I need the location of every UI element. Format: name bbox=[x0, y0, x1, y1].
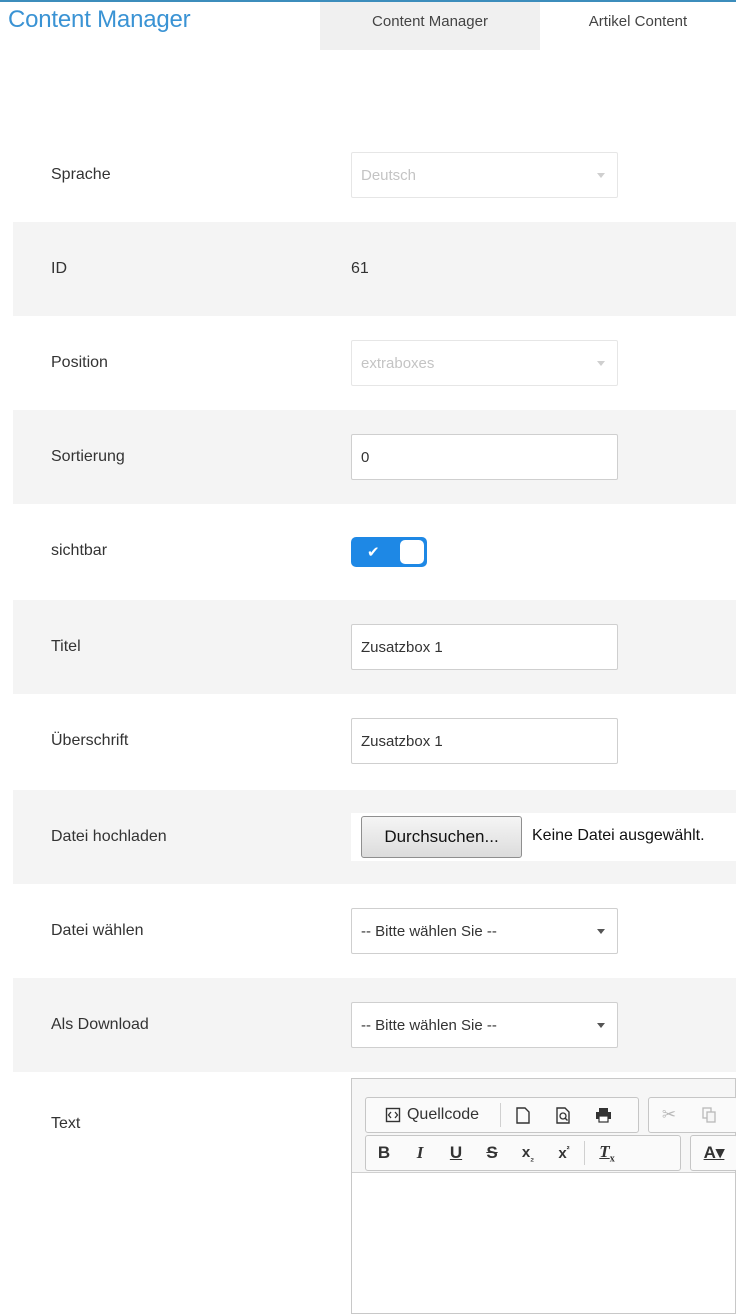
sort-label: Sortierung bbox=[51, 448, 125, 465]
file-select[interactable]: -- Bitte wählen Sie -- bbox=[351, 908, 618, 954]
text-color-icon: A▾ bbox=[703, 1143, 725, 1162]
subscript-icon: x₂ bbox=[521, 1143, 535, 1163]
subscript-button[interactable]: x₂ bbox=[510, 1136, 546, 1170]
row-title: Titel Zusatzbox 1 bbox=[13, 600, 736, 694]
row-visible: sichtbar ✔ bbox=[13, 504, 736, 598]
heading-label: Überschrift bbox=[51, 732, 129, 749]
visible-label: sichtbar bbox=[51, 542, 108, 559]
file-upload-field: Durchsuchen... Keine Datei ausgewählt. bbox=[351, 813, 736, 861]
source-label: Quellcode bbox=[406, 1106, 480, 1123]
title-input[interactable]: Zusatzbox 1 bbox=[351, 624, 618, 670]
chevron-down-icon bbox=[597, 929, 605, 934]
row-text: Text Quellcode ✂ B I U S x₂ x² Tx A▾ bbox=[13, 1072, 736, 1314]
cut-button[interactable]: ✂ bbox=[649, 1098, 689, 1132]
row-position: Position extraboxes bbox=[13, 316, 736, 410]
row-sort: Sortierung 0 bbox=[13, 410, 736, 504]
visible-toggle[interactable]: ✔ bbox=[351, 537, 427, 567]
row-file-select: Datei wählen -- Bitte wählen Sie -- bbox=[13, 884, 736, 978]
italic-icon: I bbox=[416, 1143, 424, 1162]
download-label: Als Download bbox=[51, 1016, 149, 1033]
print-button[interactable] bbox=[583, 1098, 623, 1132]
language-select-value: Deutsch bbox=[361, 166, 417, 184]
superscript-icon: x² bbox=[558, 1144, 570, 1162]
underline-icon: U bbox=[449, 1143, 463, 1162]
strikethrough-button[interactable]: S bbox=[474, 1136, 510, 1170]
browse-button[interactable]: Durchsuchen... bbox=[361, 816, 522, 858]
title-label: Titel bbox=[51, 638, 81, 655]
tab-artikel-content[interactable]: Artikel Content bbox=[540, 2, 736, 50]
file-select-value: -- Bitte wählen Sie -- bbox=[361, 922, 497, 940]
toolbar-group-colors: A▾ bbox=[690, 1135, 736, 1171]
position-select[interactable]: extraboxes bbox=[351, 340, 618, 386]
superscript-button[interactable]: x² bbox=[546, 1136, 582, 1170]
row-id: ID 61 bbox=[13, 222, 736, 316]
file-select-label: Datei wählen bbox=[51, 922, 144, 939]
row-upload: Datei hochladen Durchsuchen... Keine Dat… bbox=[13, 790, 736, 884]
preview-button[interactable] bbox=[543, 1098, 583, 1132]
strikethrough-icon: S bbox=[486, 1143, 498, 1162]
remove-format-icon: Tx bbox=[599, 1141, 615, 1165]
text-color-button[interactable]: A▾ bbox=[691, 1136, 736, 1170]
sort-input[interactable]: 0 bbox=[351, 434, 618, 480]
app-title: Content Manager bbox=[8, 6, 191, 33]
cut-icon: ✂ bbox=[661, 1105, 677, 1124]
toggle-knob bbox=[400, 540, 424, 564]
bold-icon: B bbox=[377, 1143, 391, 1162]
download-select[interactable]: -- Bitte wählen Sie -- bbox=[351, 1002, 618, 1048]
toolbar-separator bbox=[584, 1141, 585, 1165]
row-language: Sprache Deutsch bbox=[13, 128, 736, 222]
preview-icon bbox=[555, 1106, 570, 1124]
upload-label: Datei hochladen bbox=[51, 828, 167, 845]
file-status: Keine Datei ausgewählt. bbox=[532, 827, 705, 844]
text-label: Text bbox=[51, 1115, 81, 1132]
chevron-down-icon bbox=[597, 173, 605, 178]
italic-button[interactable]: I bbox=[402, 1136, 438, 1170]
copy-icon bbox=[701, 1107, 716, 1123]
print-icon bbox=[595, 1108, 611, 1123]
checkmark-icon: ✔ bbox=[367, 544, 380, 561]
language-select[interactable]: Deutsch bbox=[351, 152, 618, 198]
row-heading: Überschrift Zusatzbox 1 bbox=[13, 694, 736, 788]
tab-content-manager[interactable]: Content Manager bbox=[320, 2, 540, 50]
toolbar-separator bbox=[500, 1103, 501, 1127]
new-page-icon bbox=[516, 1106, 530, 1124]
language-label: Sprache bbox=[51, 166, 111, 183]
top-bar: Content Manager Content Manager Artikel … bbox=[0, 0, 736, 50]
row-download: Als Download -- Bitte wählen Sie -- bbox=[13, 978, 736, 1072]
source-button[interactable]: Quellcode bbox=[366, 1098, 498, 1132]
editor-toolbar: Quellcode ✂ B I U S x₂ x² Tx A▾ bbox=[352, 1079, 736, 1173]
remove-format-button[interactable]: Tx bbox=[587, 1136, 627, 1170]
new-page-button[interactable] bbox=[503, 1098, 543, 1132]
id-value: 61 bbox=[351, 260, 369, 277]
id-label: ID bbox=[51, 260, 67, 277]
toolbar-group-clipboard: ✂ bbox=[648, 1097, 736, 1133]
toolbar-group-basic-styles: B I U S x₂ x² Tx bbox=[365, 1135, 681, 1171]
position-label: Position bbox=[51, 354, 108, 371]
rich-text-editor: Quellcode ✂ B I U S x₂ x² Tx A▾ bbox=[351, 1078, 736, 1314]
underline-button[interactable]: U bbox=[438, 1136, 474, 1170]
source-icon bbox=[385, 1107, 401, 1123]
heading-input[interactable]: Zusatzbox 1 bbox=[351, 718, 618, 764]
download-select-value: -- Bitte wählen Sie -- bbox=[361, 1016, 497, 1034]
toolbar-group-document: Quellcode bbox=[365, 1097, 639, 1133]
copy-button[interactable] bbox=[689, 1098, 729, 1132]
chevron-down-icon bbox=[597, 1023, 605, 1028]
position-select-value: extraboxes bbox=[361, 354, 435, 372]
bold-button[interactable]: B bbox=[366, 1136, 402, 1170]
editor-content-area[interactable] bbox=[352, 1173, 735, 1313]
chevron-down-icon bbox=[597, 361, 605, 366]
